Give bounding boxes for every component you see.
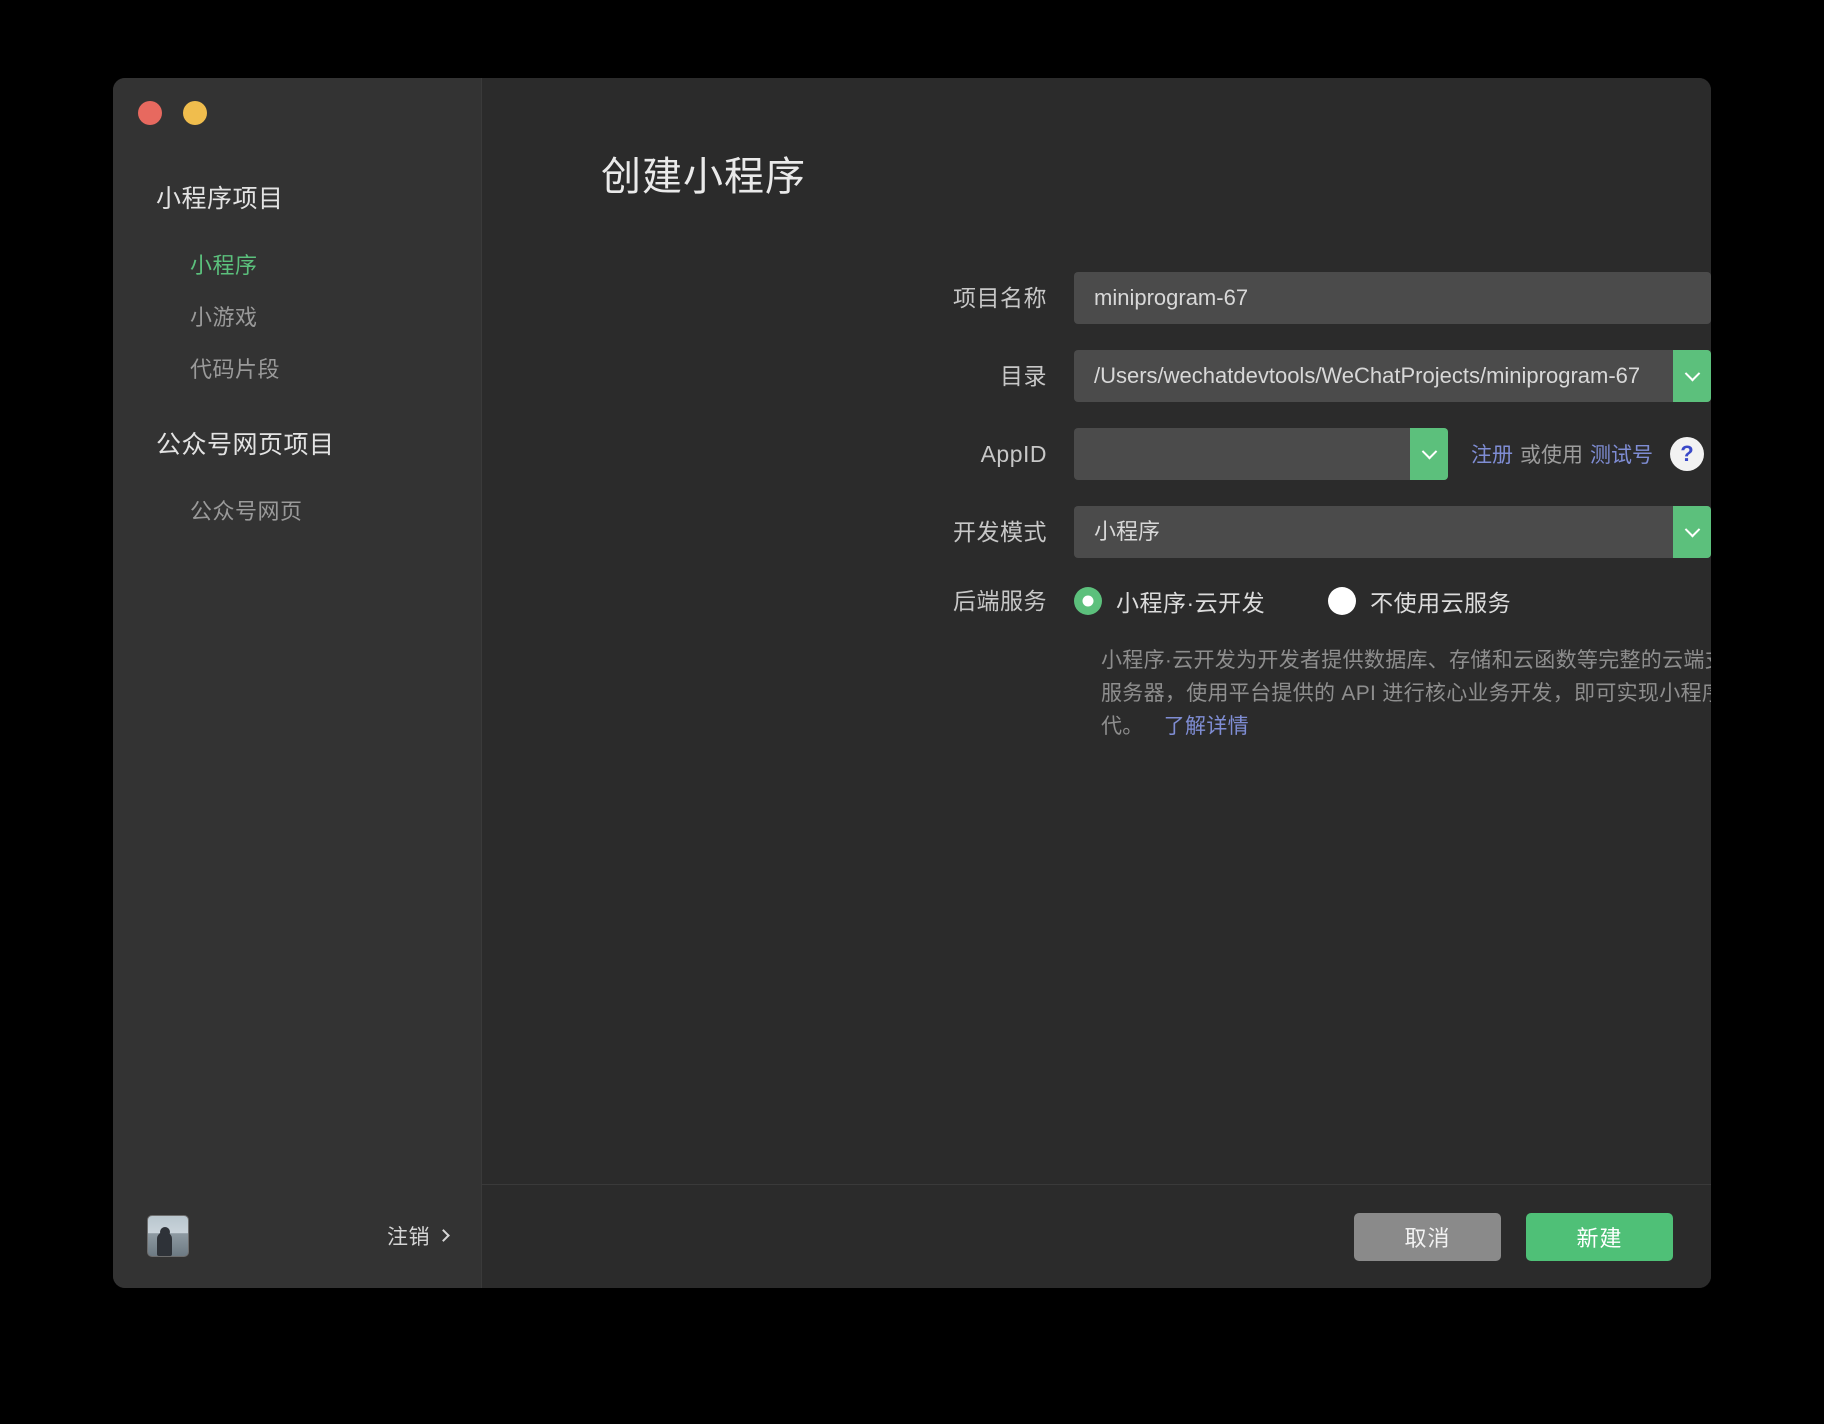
dev-mode-label: 开发模式: [482, 516, 1074, 548]
page-title: 创建小程序: [482, 78, 1711, 204]
appid-helper-links: 注册 或使用 测试号 ?: [1471, 437, 1711, 471]
sidebar-item-official-account-page[interactable]: 公众号网页: [113, 486, 481, 538]
avatar[interactable]: [147, 1215, 189, 1257]
sidebar-spacer: [113, 396, 481, 428]
form-row-directory: 目录 /Users/wechatdevtools/WeChatProjects/…: [482, 350, 1711, 402]
sidebar-item-minigame[interactable]: 小游戏: [113, 292, 481, 344]
chevron-right-icon: [437, 1229, 450, 1242]
sidebar-group-title-official-account: 公众号网页项目: [113, 428, 481, 462]
main-panel: 创建小程序 项目名称 miniprogram-67 目录 /Users/wech…: [481, 78, 1711, 1288]
dev-mode-select[interactable]: 小程序: [1074, 506, 1711, 558]
cancel-button[interactable]: 取消: [1354, 1213, 1501, 1261]
project-name-value: miniprogram-67: [1074, 272, 1248, 324]
app-window: 小程序项目 小程序 小游戏 代码片段 公众号网页项目 公众号网页: [113, 78, 1711, 1288]
logout-button[interactable]: 注销: [387, 1221, 448, 1251]
directory-value: /Users/wechatdevtools/WeChatProjects/min…: [1074, 350, 1640, 402]
chevron-down-icon: [1421, 443, 1437, 459]
appid-input[interactable]: [1074, 428, 1448, 480]
appid-dropdown-button[interactable]: [1410, 428, 1448, 480]
appid-between-text: 或使用: [1520, 439, 1583, 469]
appid-label: AppID: [482, 438, 1074, 470]
sidebar-item-label: 公众号网页: [190, 499, 303, 524]
project-name-label: 项目名称: [482, 282, 1074, 314]
directory-dropdown-button[interactable]: [1673, 350, 1711, 402]
sidebar-item-miniprogram[interactable]: 小程序: [113, 240, 481, 292]
radio-cloud-development[interactable]: 小程序·云开发: [1074, 584, 1265, 618]
form-row-backend-service: 后端服务 小程序·云开发 不使用云服务: [482, 584, 1711, 618]
radio-label: 小程序·云开发: [1116, 584, 1265, 618]
main-content: 创建小程序 项目名称 miniprogram-67 目录 /Users/wech…: [482, 78, 1711, 1184]
test-account-link[interactable]: 测试号: [1590, 439, 1653, 469]
sidebar-footer: 注销: [113, 1184, 481, 1288]
close-window-button[interactable]: [138, 101, 162, 125]
radio-label: 不使用云服务: [1370, 584, 1511, 618]
window-controls: [113, 78, 481, 134]
sidebar-nav: 小程序项目 小程序 小游戏 代码片段 公众号网页项目 公众号网页: [113, 134, 481, 1184]
form-row-project-name: 项目名称 miniprogram-67: [482, 272, 1711, 324]
register-link[interactable]: 注册: [1471, 439, 1513, 469]
radio-indicator-checked: [1074, 587, 1102, 615]
sidebar-item-code-snippet[interactable]: 代码片段: [113, 344, 481, 396]
sidebar-item-label: 小游戏: [190, 305, 258, 330]
chevron-down-icon: [1684, 365, 1700, 381]
dev-mode-value: 小程序: [1074, 506, 1160, 558]
dev-mode-dropdown-button[interactable]: [1673, 506, 1711, 558]
create-miniprogram-form: 项目名称 miniprogram-67 目录 /Users/wechatdevt…: [482, 204, 1711, 743]
dialog-footer: 取消 新建: [482, 1184, 1711, 1288]
backend-service-label: 后端服务: [482, 585, 1074, 617]
logout-label: 注销: [387, 1221, 430, 1251]
directory-input[interactable]: /Users/wechatdevtools/WeChatProjects/min…: [1074, 350, 1711, 402]
sidebar: 小程序项目 小程序 小游戏 代码片段 公众号网页项目 公众号网页: [113, 78, 481, 1288]
sidebar-item-label: 小程序: [190, 253, 258, 278]
learn-more-link[interactable]: 了解详情: [1164, 715, 1249, 738]
create-button[interactable]: 新建: [1526, 1213, 1673, 1261]
project-name-input[interactable]: miniprogram-67: [1074, 272, 1711, 324]
help-icon[interactable]: ?: [1670, 437, 1704, 471]
chevron-down-icon: [1684, 521, 1700, 537]
directory-label: 目录: [482, 360, 1074, 392]
minimize-window-button[interactable]: [183, 101, 207, 125]
backend-service-description: 小程序·云开发为开发者提供数据库、存储和云函数等完整的云端支持。无需搭建服务器，…: [1074, 644, 1711, 743]
sidebar-item-label: 代码片段: [190, 357, 280, 382]
sidebar-group-title-miniprogram: 小程序项目: [113, 182, 481, 216]
radio-no-cloud-service[interactable]: 不使用云服务: [1328, 584, 1511, 618]
form-row-dev-mode: 开发模式 小程序: [482, 506, 1711, 558]
form-row-appid: AppID 注册 或使用 测试号 ?: [482, 428, 1711, 480]
backend-service-radio-group: 小程序·云开发 不使用云服务: [1074, 584, 1574, 618]
window-body: 小程序项目 小程序 小游戏 代码片段 公众号网页项目 公众号网页: [113, 78, 1711, 1288]
radio-indicator-unchecked: [1328, 587, 1356, 615]
